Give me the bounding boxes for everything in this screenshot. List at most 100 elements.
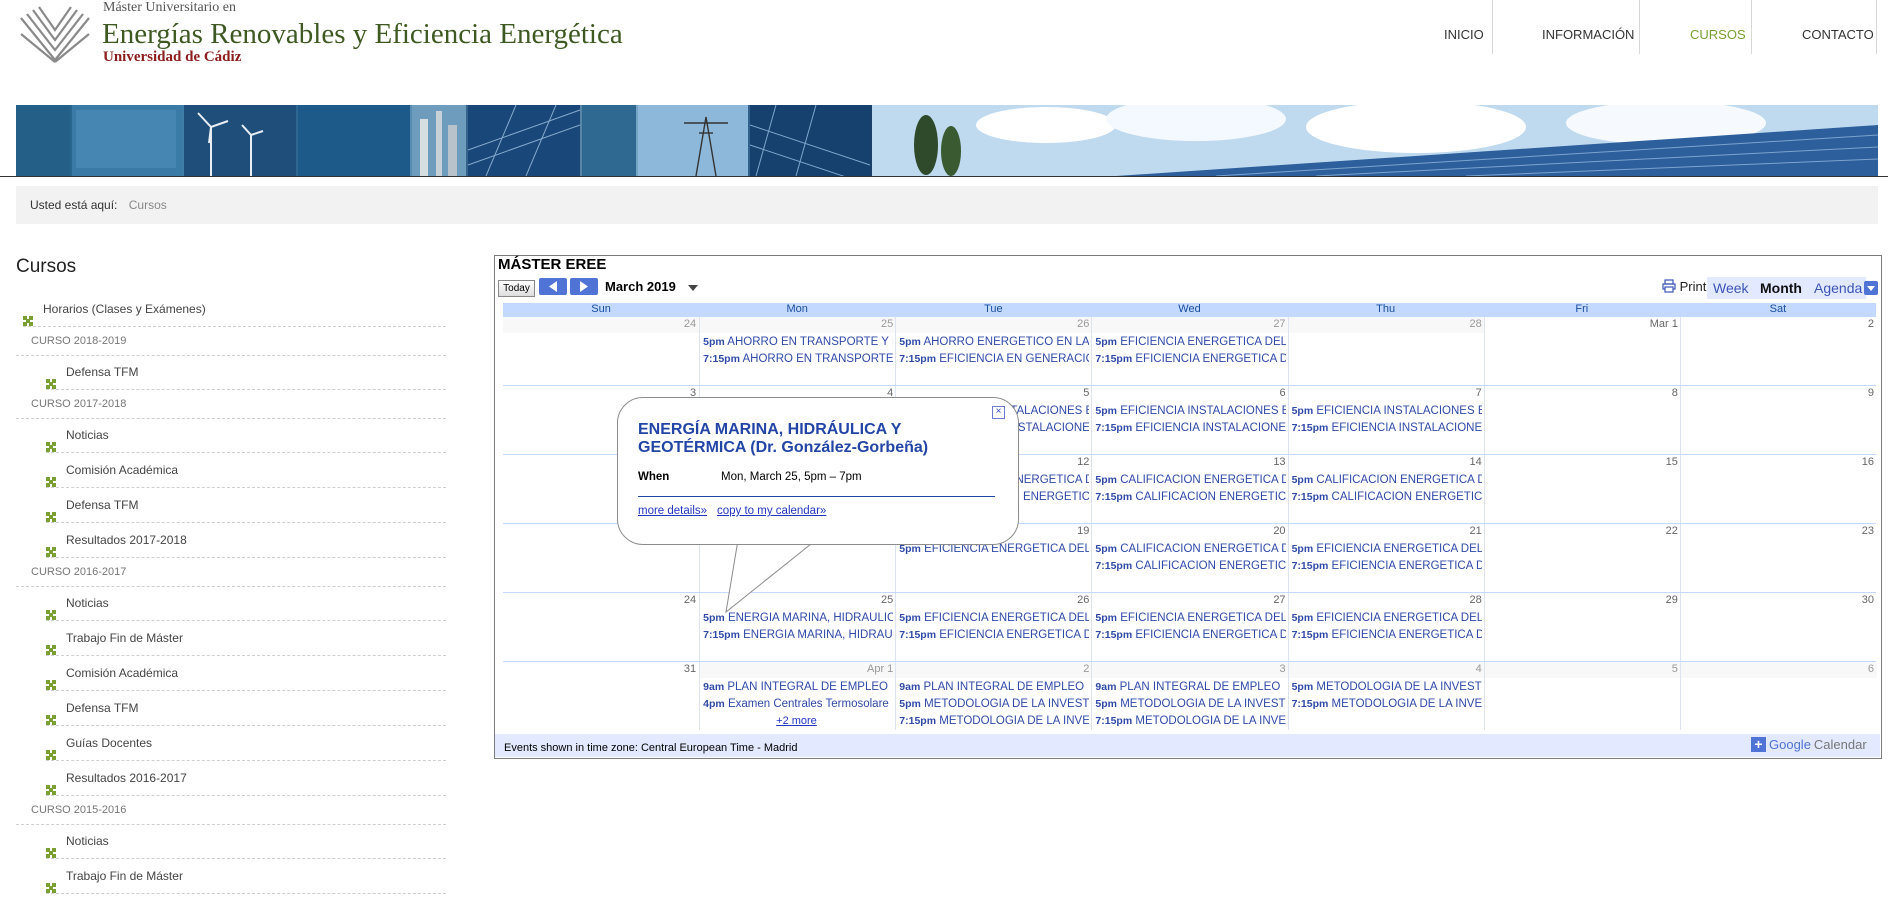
calendar-event[interactable]: 7:15pm METODOLOGÍA DE LA INVES (1292, 698, 1482, 710)
calendar-day-cell[interactable]: 6 (1679, 662, 1877, 730)
sidebar-item[interactable]: Resultados 2016-2017 (46, 761, 446, 796)
calendar-day-cell[interactable]: 26 5pm EFICIENCIA ENERGÉTICA DEL 7:15pm EF… (895, 593, 1093, 661)
calendar-day-cell[interactable]: 6 5pm EFICIENCIA INSTALACIONES E 7:15pm EF… (1091, 386, 1289, 454)
calendar-day-cell[interactable]: 15 (1483, 455, 1681, 523)
calendar-event[interactable]: 7:15pm AHORRO EN TRANSPORTE Y D (703, 353, 893, 365)
calendar-event[interactable]: 5pm EFICIENCIA ENERGÉTICA DEL (1292, 543, 1482, 555)
calendar-event[interactable]: 5pm CALIFICACIÓN ENERGÉTICA D (1095, 543, 1285, 555)
calendar-event[interactable]: 7:15pm ENERGÍA MARINA, HIDRÁULI (703, 629, 893, 641)
site-title[interactable]: Energías Renovables y Eficiencia Energét… (102, 18, 623, 51)
calendar-day-cell[interactable]: 21 5pm EFICIENCIA ENERGÉTICA DEL 7:15pm EF… (1287, 524, 1485, 592)
copy-to-calendar-link[interactable]: copy to my calendar» (717, 505, 826, 517)
calendar-day-cell[interactable]: 4 5pm METODOLOGÍA DE LA INVESTI 7:15pm MET… (1287, 662, 1485, 730)
agenda-dropdown-button[interactable] (1864, 281, 1878, 295)
calendar-event[interactable]: 7:15pm EFICIENCIA INSTALACIONE (1292, 422, 1482, 434)
calendar-event[interactable]: 5pm EFICIENCIA INSTALACIONES E (1292, 405, 1482, 417)
close-icon[interactable]: × (992, 406, 1005, 419)
calendar-day-cell[interactable]: 27 5pm EFICIENCIA ENERGÉTICA DEL 7:15pm EF… (1091, 317, 1289, 385)
calendar-day-cell[interactable]: 2 9am PLAN INTEGRAL DE EMPLEO 5pm METODOLO… (895, 662, 1093, 730)
sidebar-item[interactable]: Defensa TFM (46, 691, 446, 726)
sidebar-item[interactable]: Resultados 2017-2018 (46, 523, 446, 558)
calendar-event[interactable]: 5pm METODOLOGÍA DE LA INVESTI (1292, 681, 1482, 693)
calendar-event[interactable]: 9am PLAN INTEGRAL DE EMPLEO (1095, 681, 1285, 693)
sidebar-item[interactable]: Comisión Académica (46, 453, 446, 488)
calendar-event[interactable]: 5pm EFICIENCIA ENERGÉTICA DEL (899, 612, 1089, 624)
tab-agenda[interactable]: Agenda (1808, 277, 1867, 299)
today-button[interactable]: Today (498, 280, 535, 297)
calendar-day-cell[interactable]: 8 (1483, 386, 1681, 454)
calendar-event[interactable]: 5pm METODOLOGÍA DE LA INVEST (899, 698, 1089, 710)
nav-inicio[interactable]: INICIO (1434, 27, 1494, 54)
calendar-event[interactable]: 5pm CALIFICACIÓN ENERGÉTICA D (1095, 474, 1285, 486)
nav-informacion[interactable]: INFORMACIÓN (1532, 27, 1644, 54)
calendar-event[interactable]: 9am PLAN INTEGRAL DE EMPLEO (703, 681, 893, 693)
calendar-day-cell[interactable]: 13 5pm CALIFICACIÓN ENERGÉTICA D 7:15pm CA… (1091, 455, 1289, 523)
sidebar-item[interactable]: Noticias (46, 586, 446, 621)
calendar-event[interactable]: 7:15pm CALIFICACIÓN ENERGÉTICA (1292, 491, 1482, 503)
calendar-day-cell[interactable]: 5 (1483, 662, 1681, 730)
calendar-day-cell[interactable]: 3 9am PLAN INTEGRAL DE EMPLEO 5pm METODOLO… (1091, 662, 1289, 730)
calendar-event[interactable]: 4pm Examen Centrales Termosolare (703, 698, 893, 710)
calendar-day-cell[interactable]: 20 5pm CALIFICACIÓN ENERGÉTICA D 7:15pm CA… (1091, 524, 1289, 592)
calendar-event[interactable]: 7:15pm EFICIENCIA ENERGÉTICA D (1095, 353, 1285, 365)
nav-contacto[interactable]: CONTACTO (1792, 27, 1884, 54)
sidebar-item[interactable]: Defensa TFM (46, 488, 446, 523)
more-details-link[interactable]: more details» (638, 505, 707, 517)
calendar-day-cell[interactable]: 30 (1679, 593, 1877, 661)
calendar-day-cell[interactable]: Apr 1 9am PLAN INTEGRAL DE EMPLEO 4pm Exam… (699, 662, 897, 730)
sidebar-item[interactable]: Comisión Académica (46, 656, 446, 691)
next-month-button[interactable] (570, 278, 598, 295)
calendar-day-cell[interactable]: 2 (1679, 317, 1877, 385)
calendar-day-cell[interactable]: 25 5pm AHORRO EN TRANSPORTE Y D 7:15pm AHO… (699, 317, 897, 385)
calendar-event[interactable]: 5pm METODOLOGÍA DE LA INVEST (1095, 698, 1285, 710)
sidebar-item[interactable]: Noticias (46, 824, 446, 859)
calendar-event[interactable]: 7:15pm CALIFICACIÓN ENERGÉTICA (1095, 491, 1285, 503)
calendar-event[interactable]: 7:15pm EFICIENCIA EN GENERACIÓN (899, 353, 1089, 365)
sidebar-item[interactable]: Horarios (Clases y Exámenes) (23, 292, 446, 327)
chevron-down-icon[interactable] (688, 285, 698, 291)
calendar-day-cell[interactable]: 14 5pm CALIFICACIÓN ENERGÉTICA D 7:15pm CA… (1287, 455, 1485, 523)
calendar-day-cell[interactable]: 7 5pm EFICIENCIA INSTALACIONES E 7:15pm EF… (1287, 386, 1485, 454)
tab-week[interactable]: Week (1707, 277, 1755, 299)
calendar-event[interactable]: 7:15pm EFICIENCIA ENERGÉTICA D (1292, 560, 1482, 572)
calendar-event[interactable]: 5pm EFICIENCIA ENERGÉTICA DEL (1095, 336, 1285, 348)
current-month-label[interactable]: March 2019 (605, 279, 676, 294)
sidebar-item[interactable]: Noticias (46, 418, 446, 453)
sidebar-item[interactable]: Trabajo Fin de Máster (46, 621, 446, 656)
calendar-day-cell[interactable]: 23 (1679, 524, 1877, 592)
breadcrumb-current[interactable]: Cursos (129, 198, 167, 212)
calendar-day-cell[interactable]: 24 (503, 593, 700, 661)
calendar-event[interactable]: 7:15pm EFICIENCIA ENERGÉTICA D (1095, 629, 1285, 641)
calendar-day-cell[interactable]: 22 (1483, 524, 1681, 592)
tab-month[interactable]: Month (1754, 277, 1808, 299)
calendar-day-cell[interactable]: 31 (503, 662, 700, 730)
calendar-day-cell[interactable]: 28 5pm EFICIENCIA ENERGÉTICA DEL 7:15pm EF… (1287, 593, 1485, 661)
calendar-day-cell[interactable]: 29 (1483, 593, 1681, 661)
google-calendar-link[interactable]: + Google Calendar (1751, 735, 1867, 753)
calendar-day-cell[interactable]: 9 (1679, 386, 1877, 454)
calendar-event[interactable]: 9am PLAN INTEGRAL DE EMPLEO (899, 681, 1089, 693)
calendar-event[interactable]: 5pm EFICIENCIA ENERGÉTICA DEL (1095, 612, 1285, 624)
calendar-event[interactable]: 7:15pm EFICIENCIA ENERGÉTICA D (899, 629, 1089, 641)
sidebar-item[interactable]: Defensa TFM (46, 355, 446, 390)
nav-cursos[interactable]: CURSOS (1680, 27, 1756, 54)
calendar-day-cell[interactable]: 26 5pm AHORRO ENERGÉTICO EN LA I 7:15pm EF… (895, 317, 1093, 385)
print-button[interactable]: Print (1662, 279, 1706, 294)
sidebar-item[interactable]: Guías Docentes (46, 726, 446, 761)
prev-month-button[interactable] (539, 278, 567, 295)
calendar-day-cell[interactable]: 27 5pm EFICIENCIA ENERGÉTICA DEL 7:15pm EF… (1091, 593, 1289, 661)
sidebar-item[interactable]: Trabajo Fin de Máster (46, 859, 446, 894)
calendar-day-cell[interactable]: 16 (1679, 455, 1877, 523)
calendar-event[interactable]: 5pm EFICIENCIA ENERGÉTICA DEL (1292, 612, 1482, 624)
more-events-link[interactable]: +2 more (776, 715, 817, 727)
calendar-event[interactable]: 5pm EFICIENCIA INSTALACIONES E (1095, 405, 1285, 417)
calendar-event[interactable]: 7:15pm EFICIENCIA ENERGÉTICA D (1292, 629, 1482, 641)
calendar-day-cell[interactable]: 28 (1287, 317, 1485, 385)
calendar-event[interactable]: 5pm AHORRO ENERGÉTICO EN LA I (899, 336, 1089, 348)
calendar-event[interactable]: 5pm CALIFICACIÓN ENERGÉTICA D (1292, 474, 1482, 486)
calendar-event[interactable]: 5pm AHORRO EN TRANSPORTE Y D (703, 336, 893, 348)
calendar-event[interactable]: 7:15pm METODOLOGÍA DE LA INVE (899, 715, 1089, 727)
calendar-event[interactable]: 7:15pm METODOLOGÍA DE LA INVES (1095, 715, 1285, 727)
calendar-event[interactable]: 7:15pm CALIFICACIÓN ENERGÉTICA (1095, 560, 1285, 572)
calendar-day-cell[interactable]: 24 (503, 317, 700, 385)
